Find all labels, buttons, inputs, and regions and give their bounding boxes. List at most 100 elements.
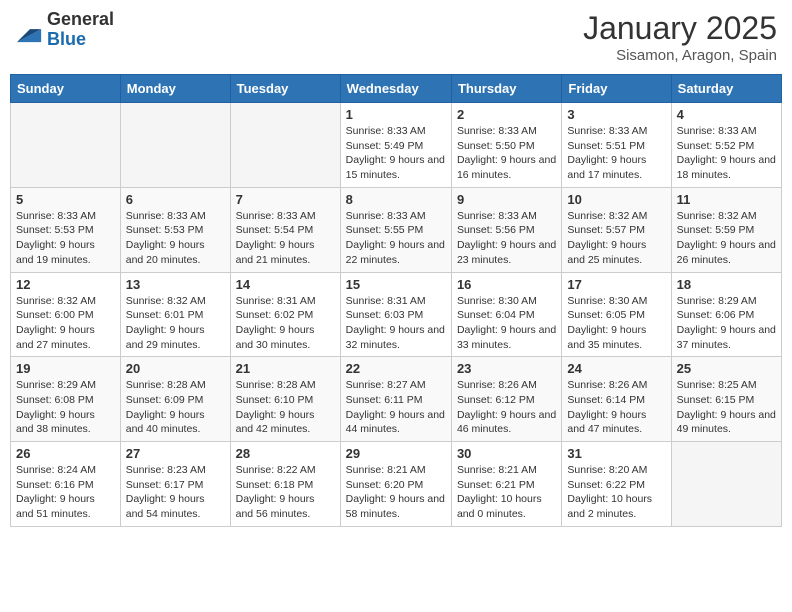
day-number: 30 [457, 446, 556, 461]
calendar-cell: 3 Sunrise: 8:33 AMSunset: 5:51 PMDaylight… [562, 103, 671, 188]
day-number: 20 [126, 361, 225, 376]
day-number: 5 [16, 192, 115, 207]
day-info: Sunrise: 8:26 AMSunset: 6:14 PMDaylight:… [567, 378, 665, 437]
logo-blue-text: Blue [47, 30, 114, 50]
day-number: 11 [677, 192, 776, 207]
weekday-header-saturday: Saturday [671, 75, 781, 103]
day-info: Sunrise: 8:24 AMSunset: 6:16 PMDaylight:… [16, 463, 115, 522]
calendar-cell: 17 Sunrise: 8:30 AMSunset: 6:05 PMDayligh… [562, 272, 671, 357]
week-row-3: 12Sunrise: 8:32 AMSunset: 6:00 PMDayligh… [11, 272, 782, 357]
day-number: 15 [346, 277, 446, 292]
day-info: Sunrise: 8:22 AMSunset: 6:18 PMDaylight:… [236, 463, 335, 522]
calendar-cell: 15 Sunrise: 8:31 AMSunset: 6:03 PMDayligh… [340, 272, 451, 357]
calendar-cell: 24 Sunrise: 8:26 AMSunset: 6:14 PMDayligh… [562, 357, 671, 442]
calendar-cell: 2Sunrise: 8:33 AMSunset: 5:50 PMDaylight… [451, 103, 561, 188]
calendar-cell: 21Sunrise: 8:28 AMSunset: 6:10 PMDayligh… [230, 357, 340, 442]
day-info: Sunrise: 8:33 AMSunset: 5:49 PMDaylight:… [346, 124, 446, 183]
calendar-cell: 11Sunrise: 8:32 AMSunset: 5:59 PMDayligh… [671, 187, 781, 272]
day-info: Sunrise: 8:21 AMSunset: 6:21 PMDaylight:… [457, 463, 556, 522]
calendar-cell [120, 103, 230, 188]
day-info: Sunrise: 8:33 AMSunset: 5:51 PMDaylight:… [567, 124, 665, 183]
calendar-cell: 28 Sunrise: 8:22 AMSunset: 6:18 PMDayligh… [230, 442, 340, 527]
calendar-cell: 16Sunrise: 8:30 AMSunset: 6:04 PMDayligh… [451, 272, 561, 357]
weekday-header-row: SundayMondayTuesdayWednesdayThursdayFrid… [11, 75, 782, 103]
day-number: 10 [567, 192, 665, 207]
day-number: 23 [457, 361, 556, 376]
calendar-cell: 31 Sunrise: 8:20 AMSunset: 6:22 PMDayligh… [562, 442, 671, 527]
day-number: 19 [16, 361, 115, 376]
day-info: Sunrise: 8:25 AMSunset: 6:15 PMDaylight:… [677, 378, 776, 437]
logo-general-text: General [47, 10, 114, 30]
calendar-cell: 7 Sunrise: 8:33 AMSunset: 5:54 PMDaylight… [230, 187, 340, 272]
calendar-cell: 8 Sunrise: 8:33 AMSunset: 5:55 PMDaylight… [340, 187, 451, 272]
logo-icon [15, 16, 43, 44]
calendar-cell: 27 Sunrise: 8:23 AMSunset: 6:17 PMDayligh… [120, 442, 230, 527]
calendar-cell [230, 103, 340, 188]
day-info: Sunrise: 8:33 AMSunset: 5:54 PMDaylight:… [236, 209, 335, 268]
day-number: 21 [236, 361, 335, 376]
day-info: Sunrise: 8:32 AMSunset: 5:57 PMDaylight:… [567, 209, 665, 268]
day-info: Sunrise: 8:30 AMSunset: 6:05 PMDaylight:… [567, 294, 665, 353]
day-number: 17 [567, 277, 665, 292]
calendar-cell: 30 Sunrise: 8:21 AMSunset: 6:21 PMDayligh… [451, 442, 561, 527]
day-number: 4 [677, 107, 776, 122]
calendar-cell: 26 Sunrise: 8:24 AMSunset: 6:16 PMDayligh… [11, 442, 121, 527]
day-info: Sunrise: 8:23 AMSunset: 6:17 PMDaylight:… [126, 463, 225, 522]
day-info: Sunrise: 8:31 AMSunset: 6:03 PMDaylight:… [346, 294, 446, 353]
calendar-cell: 23 Sunrise: 8:26 AMSunset: 6:12 PMDayligh… [451, 357, 561, 442]
day-info: Sunrise: 8:29 AMSunset: 6:06 PMDaylight:… [677, 294, 776, 353]
calendar-cell: 6 Sunrise: 8:33 AMSunset: 5:53 PMDaylight… [120, 187, 230, 272]
week-row-4: 19 Sunrise: 8:29 AMSunset: 6:08 PMDayligh… [11, 357, 782, 442]
day-info: Sunrise: 8:31 AMSunset: 6:02 PMDaylight:… [236, 294, 335, 353]
calendar-cell: 20 Sunrise: 8:28 AMSunset: 6:09 PMDayligh… [120, 357, 230, 442]
calendar-cell: 5 Sunrise: 8:33 AMSunset: 5:53 PMDaylight… [11, 187, 121, 272]
month-title: January 2025 [583, 10, 777, 47]
weekday-header-wednesday: Wednesday [340, 75, 451, 103]
page-header: General Blue January 2025 Sisamon, Arago… [10, 10, 782, 64]
calendar-cell [11, 103, 121, 188]
day-number: 27 [126, 446, 225, 461]
weekday-header-monday: Monday [120, 75, 230, 103]
day-info: Sunrise: 8:33 AMSunset: 5:53 PMDaylight:… [16, 209, 115, 268]
day-number: 31 [567, 446, 665, 461]
week-row-2: 5 Sunrise: 8:33 AMSunset: 5:53 PMDaylight… [11, 187, 782, 272]
day-number: 1 [346, 107, 446, 122]
day-info: Sunrise: 8:33 AMSunset: 5:50 PMDaylight:… [457, 124, 556, 183]
calendar-cell: 9 Sunrise: 8:33 AMSunset: 5:56 PMDaylight… [451, 187, 561, 272]
day-number: 28 [236, 446, 335, 461]
day-number: 3 [567, 107, 665, 122]
location-title: Sisamon, Aragon, Spain [583, 47, 777, 64]
day-info: Sunrise: 8:29 AMSunset: 6:08 PMDaylight:… [16, 378, 115, 437]
day-number: 9 [457, 192, 556, 207]
day-info: Sunrise: 8:33 AMSunset: 5:55 PMDaylight:… [346, 209, 446, 268]
calendar-table: SundayMondayTuesdayWednesdayThursdayFrid… [10, 74, 782, 527]
calendar-cell: 14Sunrise: 8:31 AMSunset: 6:02 PMDayligh… [230, 272, 340, 357]
day-number: 16 [457, 277, 556, 292]
day-info: Sunrise: 8:33 AMSunset: 5:52 PMDaylight:… [677, 124, 776, 183]
day-info: Sunrise: 8:33 AMSunset: 5:53 PMDaylight:… [126, 209, 225, 268]
calendar-cell [671, 442, 781, 527]
day-number: 8 [346, 192, 446, 207]
day-number: 7 [236, 192, 335, 207]
day-number: 6 [126, 192, 225, 207]
calendar-cell: 13Sunrise: 8:32 AMSunset: 6:01 PMDayligh… [120, 272, 230, 357]
logo-text: General Blue [47, 10, 114, 50]
day-info: Sunrise: 8:32 AMSunset: 6:01 PMDaylight:… [126, 294, 225, 353]
calendar-cell: 1 Sunrise: 8:33 AMSunset: 5:49 PMDaylight… [340, 103, 451, 188]
day-info: Sunrise: 8:33 AMSunset: 5:56 PMDaylight:… [457, 209, 556, 268]
day-info: Sunrise: 8:28 AMSunset: 6:09 PMDaylight:… [126, 378, 225, 437]
calendar-cell: 22 Sunrise: 8:27 AMSunset: 6:11 PMDayligh… [340, 357, 451, 442]
weekday-header-friday: Friday [562, 75, 671, 103]
weekday-header-tuesday: Tuesday [230, 75, 340, 103]
day-info: Sunrise: 8:21 AMSunset: 6:20 PMDaylight:… [346, 463, 446, 522]
day-info: Sunrise: 8:27 AMSunset: 6:11 PMDaylight:… [346, 378, 446, 437]
day-info: Sunrise: 8:20 AMSunset: 6:22 PMDaylight:… [567, 463, 665, 522]
week-row-5: 26 Sunrise: 8:24 AMSunset: 6:16 PMDayligh… [11, 442, 782, 527]
day-number: 24 [567, 361, 665, 376]
calendar-cell: 18Sunrise: 8:29 AMSunset: 6:06 PMDayligh… [671, 272, 781, 357]
day-number: 26 [16, 446, 115, 461]
day-number: 29 [346, 446, 446, 461]
day-number: 22 [346, 361, 446, 376]
day-number: 12 [16, 277, 115, 292]
day-info: Sunrise: 8:26 AMSunset: 6:12 PMDaylight:… [457, 378, 556, 437]
